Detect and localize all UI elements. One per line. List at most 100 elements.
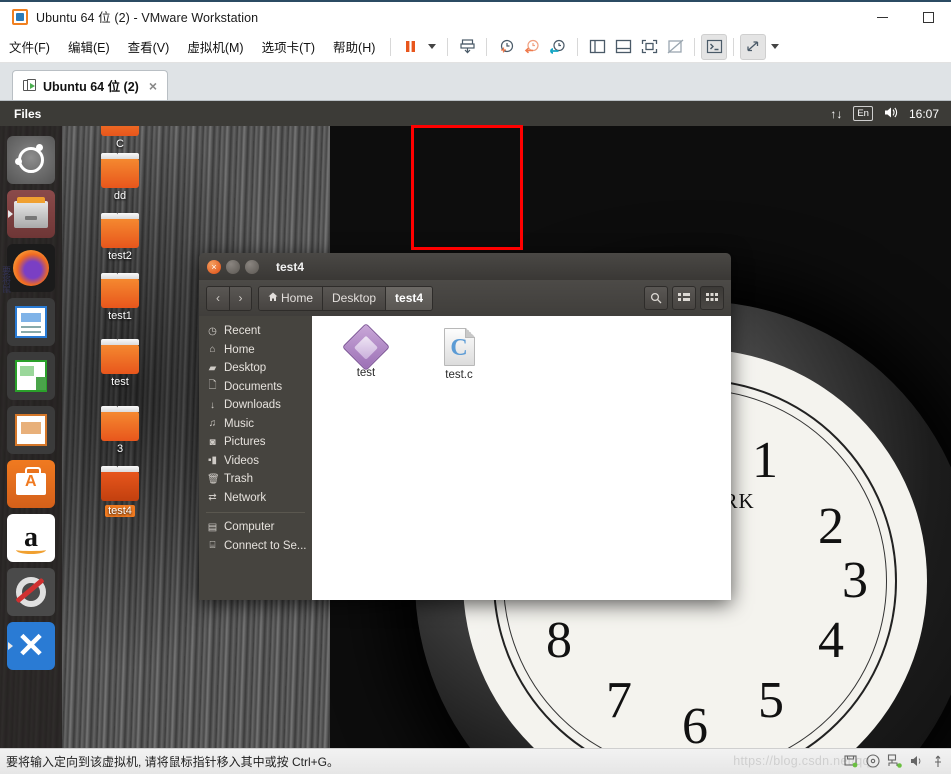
vmware-window-title: Ubuntu 64 位 (2) - VMware Workstation xyxy=(36,11,259,25)
vmware-workstation-window: Ubuntu 64 位 (2) - VMware Workstation 文件(… xyxy=(0,0,951,774)
ubuntu-dash-icon[interactable] xyxy=(7,136,55,184)
nautilus-sidebar: ◷ Recent ⌂ Home ▰ Desktop 🗋 Documents ↓ … xyxy=(199,316,312,600)
show-bottom-panel-button[interactable] xyxy=(610,34,636,60)
manage-snapshots-button[interactable] xyxy=(545,34,571,60)
desktop-icon-label: test1 xyxy=(108,310,132,322)
nautilus-file-area[interactable]: test C test.c xyxy=(312,316,731,600)
file-item-test[interactable]: test xyxy=(330,322,402,379)
status-hint-text: 要将输入定向到该虚拟机, 请将鼠标指针移入其中或按 Ctrl+G。 xyxy=(6,755,340,769)
desktop-icon-test[interactable]: test xyxy=(92,339,148,388)
panel-app-title[interactable]: Files xyxy=(14,107,41,121)
libreoffice-calc-icon[interactable] xyxy=(7,352,55,400)
revert-snapshot-button[interactable] xyxy=(519,34,545,60)
sidebar-item-label: Pictures xyxy=(224,436,266,449)
menu-tabs[interactable]: 选项卡(T) xyxy=(253,31,324,63)
clock-time[interactable]: 16:07 xyxy=(909,107,939,121)
desktop-icon-3[interactable]: 3 xyxy=(92,406,148,455)
desktop-icon-test1[interactable]: test1 xyxy=(92,273,148,322)
menu-view[interactable]: 查看(V) xyxy=(119,31,179,63)
console-view-button[interactable] xyxy=(701,33,728,60)
menu-help[interactable]: 帮助(H) xyxy=(324,31,384,63)
toolbar-separator-6 xyxy=(733,37,735,56)
disk-activity-icon[interactable] xyxy=(843,753,859,769)
grid-view-icon[interactable] xyxy=(700,286,724,310)
tab-label: Ubuntu 64 位 (2) xyxy=(43,80,139,94)
sidebar-item-label: Videos xyxy=(224,454,259,467)
folder-icon xyxy=(101,153,139,188)
document-icon: 🗋 xyxy=(208,380,217,392)
sidebar-item-connect-to-server[interactable]: ⌸ Connect to Se... xyxy=(199,537,312,556)
sidebar-item-computer[interactable]: ▤ Computer xyxy=(199,518,312,537)
libreoffice-impress-icon[interactable] xyxy=(7,406,55,454)
sidebar-item-desktop[interactable]: ▰ Desktop xyxy=(199,359,312,378)
breadcrumb-home[interactable]: Home xyxy=(259,286,323,310)
search-icon[interactable] xyxy=(644,286,668,310)
sidebar-item-recent[interactable]: ◷ Recent xyxy=(199,322,312,341)
clock-icon: ◷ xyxy=(208,325,217,337)
vscode-icon[interactable]: ✕ xyxy=(7,622,55,670)
nautilus-maximize-button[interactable] xyxy=(245,259,259,274)
menu-vm[interactable]: 虚拟机(M) xyxy=(178,31,252,63)
menu-edit[interactable]: 编辑(E) xyxy=(59,31,119,63)
desktop-icon-label: 3 xyxy=(116,443,124,455)
sidebar-item-pictures[interactable]: ◙ Pictures xyxy=(199,433,312,452)
cd-drive-icon[interactable] xyxy=(865,753,881,769)
sidebar-item-network[interactable]: ⇄ Network xyxy=(199,489,312,508)
sidebar-item-downloads[interactable]: ↓ Downloads xyxy=(199,396,312,415)
network-adapter-icon[interactable] xyxy=(887,753,903,769)
toolbar-separator xyxy=(390,37,392,56)
desktop-icon-label: dd xyxy=(113,190,127,202)
maximize-button[interactable] xyxy=(905,2,951,33)
show-sidebar-button[interactable] xyxy=(584,34,610,60)
unity-mode-button[interactable] xyxy=(662,34,688,60)
sidebar-item-label: Home xyxy=(224,343,255,356)
music-note-icon: ♫ xyxy=(208,418,217,430)
folder-icon xyxy=(101,466,139,501)
tab-ubuntu-64[interactable]: Ubuntu 64 位 (2) × xyxy=(12,70,169,100)
sidebar-item-home[interactable]: ⌂ Home xyxy=(199,341,312,360)
files-icon[interactable] xyxy=(7,190,55,238)
libreoffice-writer-icon[interactable] xyxy=(7,298,55,346)
sound-icon[interactable] xyxy=(909,753,925,769)
nautilus-close-button[interactable]: × xyxy=(207,259,221,274)
stretch-dropdown-caret[interactable] xyxy=(771,44,780,49)
sidebar-item-trash[interactable]: 🗑 Trash xyxy=(199,470,312,489)
full-screen-button[interactable] xyxy=(636,34,662,60)
sidebar-item-documents[interactable]: 🗋 Documents xyxy=(199,378,312,397)
send-ctrl-alt-del-button[interactable] xyxy=(454,34,480,60)
keyboard-layout-indicator[interactable]: En xyxy=(853,106,873,121)
menu-file[interactable]: 文件(F) xyxy=(0,31,59,63)
toolbar-separator-2 xyxy=(447,37,449,56)
sidebar-item-music[interactable]: ♫ Music xyxy=(199,415,312,434)
sidebar-item-label: Documents xyxy=(224,380,283,393)
minimize-button[interactable] xyxy=(859,2,905,33)
ubuntu-software-icon[interactable]: A xyxy=(7,460,55,508)
amazon-icon[interactable]: a xyxy=(7,514,55,562)
vm-tab-icon xyxy=(23,79,37,92)
back-button[interactable]: ‹ xyxy=(207,286,229,310)
list-view-icon[interactable] xyxy=(672,286,696,310)
tab-close-icon[interactable]: × xyxy=(149,78,157,94)
volume-icon[interactable] xyxy=(884,106,898,122)
file-item-test-c[interactable]: C test.c xyxy=(423,328,495,381)
stretch-view-button[interactable] xyxy=(740,33,767,60)
pause-button[interactable] xyxy=(397,34,423,60)
usb-icon[interactable] xyxy=(931,753,947,769)
take-snapshot-button[interactable] xyxy=(493,34,519,60)
desktop-icon-test2[interactable]: test2 xyxy=(92,213,148,262)
forward-button[interactable]: › xyxy=(229,286,251,310)
desktop-icon-test4[interactable]: test4 xyxy=(92,466,148,519)
desktop-icon-label: test4 xyxy=(105,505,135,517)
pause-dropdown-caret[interactable] xyxy=(428,44,437,49)
sidebar-item-label: Desktop xyxy=(224,362,267,375)
system-settings-icon[interactable] xyxy=(7,568,55,616)
breadcrumb-desktop[interactable]: Desktop xyxy=(322,286,386,310)
nautilus-minimize-button[interactable] xyxy=(226,259,240,274)
breadcrumb-test4[interactable]: test4 xyxy=(385,286,433,310)
sidebar-item-videos[interactable]: ▪▮ Videos xyxy=(199,452,312,471)
firefox-icon[interactable] xyxy=(7,244,55,292)
desktop-icon-dd[interactable]: dd xyxy=(92,153,148,202)
vmware-title-bar: Ubuntu 64 位 (2) - VMware Workstation xyxy=(0,0,951,31)
network-icon[interactable]: ↑↓ xyxy=(830,107,842,121)
network-icon: ⇄ xyxy=(208,492,217,504)
